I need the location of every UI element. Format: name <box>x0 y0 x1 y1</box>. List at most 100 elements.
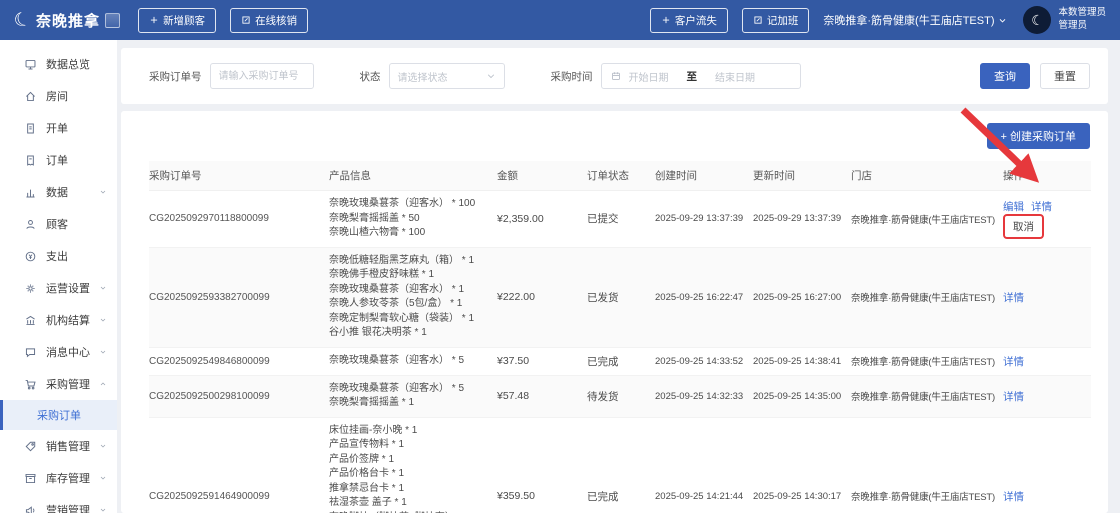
user-role: 管理员 <box>1058 20 1087 31</box>
sidebar-item-customers-user[interactable]: 顾客 <box>0 208 117 240</box>
store-cell: 奈晚推拿·筋骨健康(牛王庙店TEST) <box>851 190 1003 248</box>
product-line: 推拿禁忌台卡 * 1 <box>329 482 405 494</box>
created-time-cell: 2025-09-25 16:22:47 <box>655 247 753 348</box>
search-button[interactable]: 查询 <box>980 63 1030 89</box>
sidebar-item-label: 数据 <box>46 187 68 199</box>
chevron-down-icon <box>487 74 494 79</box>
actions-cell: 详情 <box>1003 247 1091 348</box>
actions-cell: 详情 <box>1003 347 1091 376</box>
store-selector-dropdown[interactable]: 奈晚推拿·筋骨健康(牛王庙店TEST) <box>823 12 1007 28</box>
sidebar-item-label: 支出 <box>46 251 68 263</box>
sidebar-item-message-chat[interactable]: 消息中心 <box>0 336 117 368</box>
sidebar-item-label: 房间 <box>46 91 68 103</box>
sidebar-item-purchase-cart[interactable]: 采购管理 <box>0 368 117 400</box>
sidebar-item-operations-gear[interactable]: 运营设置 <box>0 272 117 304</box>
logo-seal-badge <box>105 12 121 28</box>
sidebar-item-inventory-box[interactable]: 库存管理 <box>0 462 117 494</box>
chevron-down-icon <box>99 188 107 196</box>
updated-time-cell: 2025-09-29 13:37:39 <box>753 190 851 248</box>
status-cell: 待发货 <box>587 375 655 418</box>
product-line: 奈晚山楂六物膏 * 100 <box>329 227 426 238</box>
product-line: 产品宣传物料 * 1 <box>329 439 405 450</box>
product-info-cell: 床位挂画-奈小晚 * 1 产品宣传物料 * 1 产品价签牌 * 1 产品价格台卡 * … <box>329 417 497 513</box>
purchase-time-label: 采购时间 <box>550 70 593 83</box>
detail-action[interactable]: 详情 <box>1003 354 1024 369</box>
store-selector-value: 奈晚推拿·筋骨健康(牛王庙店TEST) <box>823 15 995 27</box>
detail-action[interactable]: 详情 <box>1003 290 1024 305</box>
product-line: 奈晚玫瑰桑葚茶（迎客水） * 5 <box>329 354 465 366</box>
detail-action[interactable]: 详情 <box>1003 389 1024 404</box>
status-cell: 已完成 <box>587 417 655 513</box>
sidebar-item-label: 消息中心 <box>46 347 90 359</box>
overtime-label: 记加班 <box>766 14 799 27</box>
online-verify-button[interactable]: 在线核销 <box>230 7 309 33</box>
sidebar-item-label: 运营设置 <box>46 283 90 295</box>
status-cell: 已发货 <box>587 247 655 348</box>
product-line: 产品价签牌 * 1 <box>329 453 395 465</box>
app-name: 奈晚推拿 <box>36 12 101 30</box>
end-date-placeholder: 结束日期 <box>715 72 755 84</box>
product-line: 奈晚人参玫苓茶（5包/盒） * 1 <box>329 298 463 309</box>
product-line: 奈晚梨膏摇摇盖 * 50 <box>329 212 420 224</box>
sales-tag-icon <box>24 440 37 453</box>
purchase-orders-table: 采购订单号 产品信息 金额 订单状态 创建时间 更新时间 门店 操作 CG2025092970… <box>149 161 1091 513</box>
status-cell: 已完成 <box>587 347 655 376</box>
sidebar-item-data-chart[interactable]: 数据 <box>0 176 117 208</box>
status-select[interactable]: 请选择状态 <box>388 63 505 89</box>
sidebar-item-billing-file[interactable]: 开单 <box>0 112 117 144</box>
create-purchase-order-button[interactable]: + 创建采购订单 <box>986 123 1090 149</box>
customer-loss-label: 客户流失 <box>674 14 717 27</box>
table-body: CG2025092970118800099 奈晚玫瑰桑葚茶（迎客水） * 100 奈… <box>149 190 1091 513</box>
column-header: 订单状态 <box>587 161 655 191</box>
plus-icon <box>150 16 158 24</box>
amount-cell: ¥2,359.00 <box>497 190 587 248</box>
order-no-label: 采购订单号 <box>149 70 202 83</box>
table-row: CG2025092970118800099 奈晚玫瑰桑葚茶（迎客水） * 100 奈… <box>149 190 1091 248</box>
sidebar-subitem-purchase-orders[interactable]: 采购订单 <box>0 400 117 430</box>
table-row: CG2025092591464900099 床位挂画-奈小晚 * 1 产品宣传物料 … <box>149 417 1091 513</box>
order-no-input[interactable] <box>209 63 314 89</box>
amount-cell: ¥57.48 <box>497 375 587 418</box>
product-line: 奈晚梨膏摇摇盖 * 1 <box>329 397 415 408</box>
edit-action[interactable]: 编辑 <box>1003 199 1024 214</box>
product-line: 床位挂画-奈小晚 * 1 <box>329 424 418 436</box>
overtime-log-button[interactable]: 记加班 <box>741 7 810 33</box>
sidebar-item-expense-coin[interactable]: 支出 <box>0 240 117 272</box>
sidebar-item-label: 开单 <box>46 123 68 135</box>
sidebar-item-room-home[interactable]: 房间 <box>0 80 117 112</box>
chevron-down-icon <box>99 474 107 482</box>
sidebar: 数据总览房间开单订单数据顾客支出运营设置机构结算消息中心采购管理采购订单 销售管理… <box>0 40 117 513</box>
start-date-placeholder: 开始日期 <box>628 72 669 84</box>
actions-cell: 详情 <box>1003 375 1091 418</box>
inventory-box-icon <box>24 472 37 485</box>
created-time-cell: 2025-09-29 13:37:39 <box>655 190 753 248</box>
created-time-cell: 2025-09-25 14:32:33 <box>655 375 753 418</box>
detail-action[interactable]: 详情 <box>1031 199 1052 214</box>
orders-receipt-icon <box>24 154 37 167</box>
date-range-picker[interactable]: 开始日期 至 结束日期 <box>600 63 801 89</box>
new-customer-button[interactable]: 新增顾客 <box>138 7 217 33</box>
sidebar-item-orders-receipt[interactable]: 订单 <box>0 144 117 176</box>
top-header: ☾ 奈晚推拿 新增顾客 在线核销 客户流失 记加班 奈晚推拿·筋骨健康(牛王庙店… <box>0 0 1120 40</box>
cancel-action[interactable]: 取消 <box>1003 213 1044 239</box>
product-line: 谷小推 银花决明茶 * 1 <box>329 327 427 338</box>
purchase-orders-panel: + 创建采购订单 采购订单号 产品信息 金额 订单状态 创建时间 更新时间 门店 操作 CG2… <box>121 111 1108 513</box>
updated-time-cell: 2025-09-25 14:35:00 <box>753 375 851 418</box>
reset-button[interactable]: 重置 <box>1040 63 1090 89</box>
sidebar-item-marketing-megaphone[interactable]: 营销管理 <box>0 494 117 513</box>
detail-action[interactable]: 详情 <box>1003 489 1024 504</box>
data-chart-icon <box>24 186 37 199</box>
sidebar-item-settlement-bank[interactable]: 机构结算 <box>0 304 117 336</box>
sidebar-item-sales-tag[interactable]: 销售管理 <box>0 430 117 462</box>
calendar-icon <box>611 72 620 80</box>
chevron-down-icon <box>1000 18 1006 23</box>
status-placeholder: 请选择状态 <box>397 72 448 84</box>
customer-loss-button[interactable]: 客户流失 <box>649 7 728 33</box>
updated-time-cell: 2025-09-25 14:38:41 <box>753 347 851 376</box>
sidebar-item-dashboard-monitor[interactable]: 数据总览 <box>0 48 117 80</box>
sidebar-item-label: 采购管理 <box>46 379 90 391</box>
product-line: 产品价格台卡 * 1 <box>329 468 405 479</box>
avatar[interactable]: ☾ <box>1023 6 1052 34</box>
chevron-down-icon <box>99 284 107 292</box>
status-cell: 已提交 <box>587 190 655 248</box>
